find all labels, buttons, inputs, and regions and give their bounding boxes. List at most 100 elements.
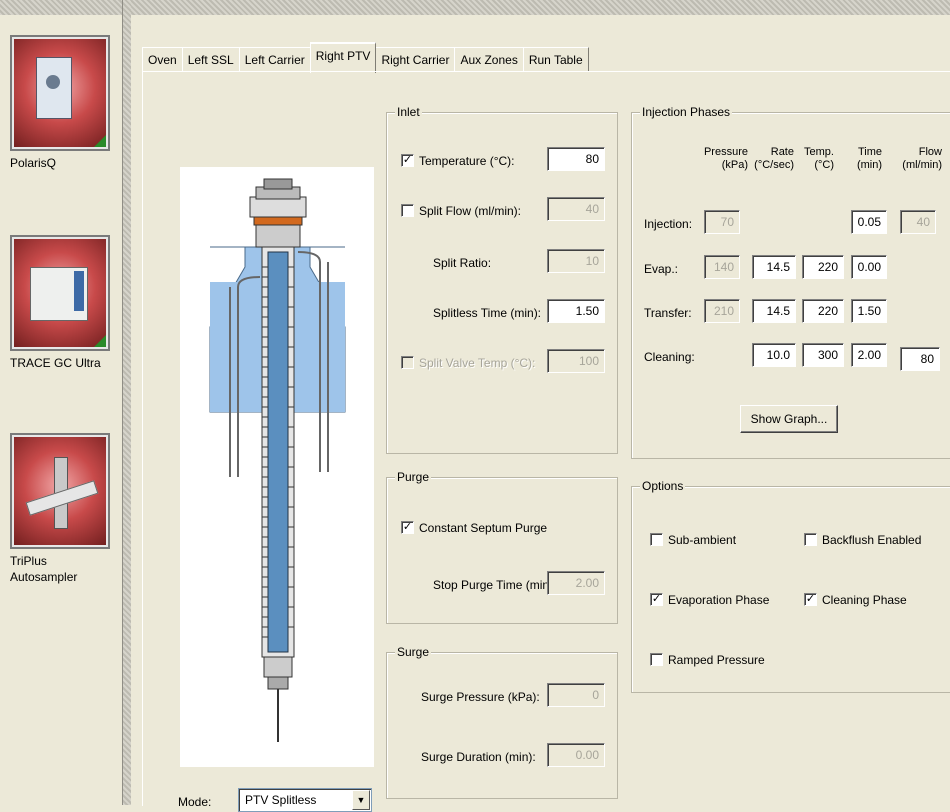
sub-ambient-label: Sub-ambient [668,533,737,547]
tab-right-ptv[interactable]: Right PTV [309,42,377,73]
pressure-header-line1: Pressure [703,146,748,158]
transfer-pressure-field: 210 [704,299,740,323]
stop-purge-time-label: Stop Purge Time (min): [433,578,557,592]
device-sidebar: PolarisQ TRACE GC Ultra TriPlus Autosamp… [0,15,122,805]
triplus-image [10,433,110,549]
device-polarisq[interactable]: PolarisQ [10,35,110,171]
cleaning-time-field[interactable]: 2.00 [851,343,887,367]
time-header-line1: Time [857,146,882,158]
surge-duration-label: Surge Duration (min): [421,750,536,764]
tab-panel: Mode: PTV Splitless ▼ Inlet ✓ Temperatur… [142,71,950,812]
ptv-injector-diagram [180,167,374,767]
top-strip [0,0,950,15]
split-ratio-field: 10 [547,249,605,273]
tab-bar: Oven Left SSL Left Carrier Right PTV Rig… [142,42,589,73]
split-valve-temp-checkbox [401,356,414,369]
split-flow-field: 40 [547,197,605,221]
tab-oven[interactable]: Oven [142,47,183,72]
constant-septum-purge-label: Constant Septum Purge [419,521,548,535]
temp-header-line2: (°C) [814,159,834,171]
evap-pressure-field: 140 [704,255,740,279]
split-ratio-label: Split Ratio: [433,256,492,270]
time-header: Time (min) [842,146,882,172]
tab-left-carrier[interactable]: Left Carrier [238,47,311,72]
tab-left-ssl[interactable]: Left SSL [181,47,240,72]
stop-purge-time-field: 2.00 [547,571,605,595]
polarisq-image [10,35,110,151]
chevron-down-icon[interactable]: ▼ [352,790,370,810]
options-title: Options [640,479,686,493]
status-triangle-icon [94,335,106,347]
device-trace-gc-ultra[interactable]: TRACE GC Ultra [10,235,110,371]
injection-phases-group: Injection Phases Pressure (kPa) Rate (°C… [631,105,950,459]
cleaning-phase-label: Cleaning Phase [822,593,907,607]
temperature-label: Temperature (°C): [419,154,515,168]
inlet-group: Inlet ✓ Temperature (°C): 80 Split Flow … [386,105,618,454]
cleaning-rate-field[interactable]: 10.0 [752,343,796,367]
status-triangle-icon [94,135,106,147]
ramped-pressure-checkbox[interactable] [650,653,663,666]
backflush-label: Backflush Enabled [822,533,922,547]
time-header-line2: (min) [856,159,882,171]
injection-flow-field: 40 [900,210,936,234]
ramped-pressure-label: Ramped Pressure [668,653,765,667]
transfer-temp-field[interactable]: 220 [802,299,844,323]
split-flow-label: Split Flow (ml/min): [419,204,522,218]
transfer-rate-field[interactable]: 14.5 [752,299,796,323]
rate-header-line1: Rate [770,146,794,158]
evap-row-label: Evap.: [644,262,679,276]
backflush-checkbox[interactable] [804,533,817,546]
mode-label: Mode: [178,795,212,809]
splitless-time-field[interactable]: 1.50 [547,299,605,323]
tab-aux-zones[interactable]: Aux Zones [454,47,524,72]
rate-header-line2: (°C/sec) [754,159,794,171]
transfer-time-field[interactable]: 1.50 [851,299,887,323]
mode-select[interactable]: PTV Splitless ▼ [238,788,372,812]
temp-header: Temp. (°C) [794,146,834,172]
rate-header: Rate (°C/sec) [744,146,794,172]
cleaning-temp-field[interactable]: 300 [802,343,844,367]
split-valve-temp-label: Split Valve Temp (°C): [419,356,536,370]
cleaning-flow-field[interactable]: 80 [900,347,940,371]
evaporation-phase-checkbox[interactable]: ✓ [650,593,663,606]
injection-time-field[interactable]: 0.05 [851,210,887,234]
splitless-time-label: Splitless Time (min): [433,306,542,320]
device-label: PolarisQ [10,156,57,170]
surge-group: Surge Surge Pressure (kPa): 0 Surge Dura… [386,645,618,799]
evap-rate-field[interactable]: 14.5 [752,255,796,279]
split-flow-checkbox[interactable] [401,204,414,217]
device-triplus[interactable]: TriPlus Autosampler [10,433,110,585]
options-group: Options Sub-ambient Backflush Enabled ✓ … [631,479,950,693]
temperature-checkbox[interactable]: ✓ [401,154,414,167]
purge-title: Purge [395,470,432,484]
evap-time-field[interactable]: 0.00 [851,255,887,279]
tab-right-carrier[interactable]: Right Carrier [375,47,456,72]
transfer-row-label: Transfer: [644,306,692,320]
device-label: TRACE GC Ultra [10,356,101,370]
inlet-title: Inlet [395,105,422,119]
temperature-field[interactable]: 80 [547,147,605,171]
show-graph-button[interactable]: Show Graph... [740,405,838,433]
pressure-header-line2: (kPa) [721,159,748,171]
temp-header-line1: Temp. [804,146,834,158]
evaporation-phase-label: Evaporation Phase [668,593,770,607]
tab-run-table[interactable]: Run Table [522,47,589,72]
surge-duration-field: 0.00 [547,743,605,767]
evap-temp-field[interactable]: 220 [802,255,844,279]
cleaning-row-label: Cleaning: [644,350,695,364]
sub-ambient-checkbox[interactable] [650,533,663,546]
surge-title: Surge [395,645,432,659]
injection-phases-title: Injection Phases [640,105,733,119]
flow-header: Flow (ml/min) [890,146,942,172]
constant-septum-purge-checkbox[interactable]: ✓ [401,521,414,534]
cleaning-phase-checkbox[interactable]: ✓ [804,593,817,606]
pressure-header: Pressure (kPa) [688,146,748,172]
main-content: Oven Left SSL Left Carrier Right PTV Rig… [130,15,950,812]
trace-gc-image [10,235,110,351]
flow-header-line2: (ml/min) [902,159,942,171]
surge-pressure-field: 0 [547,683,605,707]
split-valve-temp-field: 100 [547,349,605,373]
surge-pressure-label: Surge Pressure (kPa): [421,690,540,704]
purge-group: Purge ✓ Constant Septum Purge Stop Purge… [386,470,618,624]
injection-row-label: Injection: [644,217,693,231]
